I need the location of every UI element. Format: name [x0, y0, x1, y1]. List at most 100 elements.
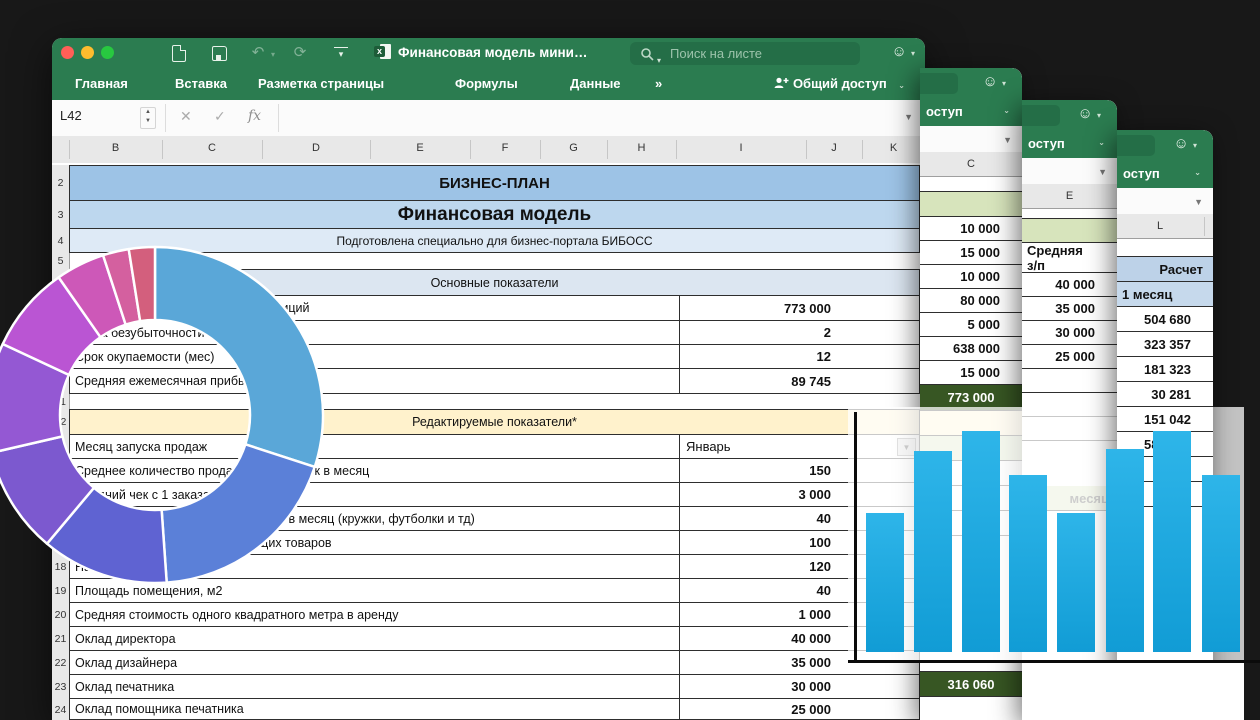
- row-number-21[interactable]: 21: [52, 627, 70, 652]
- cell[interactable]: 5 000: [920, 313, 1022, 337]
- feedback-smiley-icon[interactable]: ☺ ▾: [983, 73, 1007, 90]
- close-button[interactable]: [61, 46, 74, 59]
- row-number-20[interactable]: 20: [52, 603, 70, 628]
- toolbar-options-icon[interactable]: ▾: [334, 47, 348, 62]
- formula-bar-dropdown-icon[interactable]: ▼: [1003, 135, 1012, 145]
- search-input[interactable]: [920, 73, 958, 94]
- cell[interactable]: 30 281: [1117, 382, 1213, 407]
- cell[interactable]: 15 000: [920, 361, 1022, 385]
- cell[interactable]: 638 000: [920, 337, 1022, 361]
- title-bar[interactable]: ↶ ▾ ⟳ ▾ x Финансовая модель мини… ▾ Поис…: [52, 38, 925, 68]
- merged-cell[interactable]: БИЗНЕС-ПЛАН: [70, 166, 919, 200]
- column-header-E[interactable]: E: [1022, 184, 1117, 209]
- chevron-down-icon[interactable]: ⌄: [1003, 106, 1010, 115]
- row-label[interactable]: Оклад дизайнера: [70, 651, 684, 674]
- chevron-down-icon[interactable]: ⌄: [1194, 168, 1201, 177]
- confirm-entry-icon[interactable]: ✓: [214, 108, 226, 125]
- row-value[interactable]: 2: [679, 321, 919, 344]
- column-divider: [69, 140, 70, 159]
- row-number-2[interactable]: 2: [52, 165, 70, 202]
- search-input[interactable]: [1022, 105, 1060, 126]
- column-header-F[interactable]: F: [470, 142, 540, 154]
- new-document-icon[interactable]: [172, 45, 186, 62]
- column-header-B[interactable]: B: [69, 142, 162, 154]
- search-placeholder: Поиск на листе: [670, 42, 762, 65]
- column-header-J[interactable]: J: [806, 142, 862, 154]
- feedback-smiley-icon[interactable]: ☺ ▾: [1174, 135, 1198, 152]
- ribbon-tab-5[interactable]: Данные: [570, 76, 621, 91]
- ribbon-tab-1[interactable]: Главная: [75, 76, 128, 91]
- share-button[interactable]: Общий доступ ⌄: [774, 76, 905, 91]
- column-header-D[interactable]: D: [262, 142, 370, 154]
- feedback-smiley-icon[interactable]: ☺ ▾: [892, 43, 916, 60]
- column-header-I[interactable]: I: [676, 142, 806, 154]
- row-value[interactable]: 12: [679, 345, 919, 368]
- minimize-button[interactable]: [81, 46, 94, 59]
- formula-bar-dropdown-icon[interactable]: ▼: [1194, 197, 1203, 207]
- column-header-C[interactable]: C: [920, 152, 1022, 177]
- cell[interactable]: [1022, 369, 1117, 393]
- ribbon-tab-3[interactable]: Разметка страницы: [258, 76, 384, 91]
- cell[interactable]: 316 060: [920, 671, 1022, 697]
- undo-caret-icon[interactable]: ▾: [268, 42, 278, 64]
- redo-icon[interactable]: ⟳: [288, 42, 312, 64]
- cell[interactable]: 30 000: [1022, 321, 1117, 345]
- cell[interactable]: 323 357: [1117, 332, 1213, 357]
- title-bar[interactable]: ☺ ▾: [1117, 130, 1213, 160]
- cell[interactable]: 25 000: [1022, 345, 1117, 369]
- undo-icon[interactable]: ↶: [246, 42, 270, 64]
- row-value[interactable]: 89 745: [679, 369, 919, 393]
- column-header-C[interactable]: C: [162, 142, 262, 154]
- insert-function-icon[interactable]: fx: [248, 108, 261, 124]
- column-headers[interactable]: BCDEFGHIJK: [52, 136, 925, 164]
- formula-bar-dropdown-icon[interactable]: ▼: [1098, 167, 1107, 177]
- row-label[interactable]: Оклад помощника печатника: [70, 699, 684, 719]
- cell[interactable]: Средняя з/п: [1022, 243, 1117, 273]
- cell[interactable]: [920, 191, 1022, 217]
- cell[interactable]: 10 000: [920, 265, 1022, 289]
- column-header-E[interactable]: E: [370, 142, 470, 154]
- title-bar[interactable]: ☺ ▾: [920, 68, 1022, 98]
- column-header-L[interactable]: L: [1117, 214, 1213, 239]
- formula-bar-dropdown-icon[interactable]: ▼: [904, 112, 913, 122]
- cell[interactable]: 504 680: [1117, 307, 1213, 332]
- column-header-G[interactable]: G: [540, 142, 607, 154]
- row-label[interactable]: Оклад печатника: [70, 675, 684, 698]
- row-label[interactable]: Оклад директора: [70, 627, 684, 650]
- ribbon-overflow-chevron[interactable]: »: [655, 76, 662, 91]
- cell[interactable]: 15 000: [920, 241, 1022, 265]
- cell[interactable]: 35 000: [1022, 297, 1117, 321]
- save-icon[interactable]: [212, 46, 227, 61]
- name-box[interactable]: L42: [60, 108, 82, 123]
- row-number-3[interactable]: 3: [52, 201, 70, 230]
- row-value[interactable]: 30 000: [679, 675, 919, 698]
- cell[interactable]: 181 323: [1117, 357, 1213, 382]
- title-bar[interactable]: ☺ ▾: [1022, 100, 1117, 130]
- cell[interactable]: [920, 697, 1022, 720]
- ribbon-tab-2[interactable]: Вставка: [175, 76, 227, 91]
- row-label[interactable]: Средняя стоимость одного квадратного мет…: [70, 603, 684, 626]
- cell[interactable]: 10 000: [920, 217, 1022, 241]
- column-header-K[interactable]: K: [862, 142, 925, 154]
- cell[interactable]: 40 000: [1022, 273, 1117, 297]
- cell[interactable]: 80 000: [920, 289, 1022, 313]
- merged-cell[interactable]: Финансовая модель: [70, 201, 919, 228]
- ribbon-tab-4[interactable]: Формулы: [455, 76, 518, 91]
- cell[interactable]: 151 042: [1117, 407, 1213, 432]
- name-box-stepper[interactable]: ▲▼: [140, 107, 156, 129]
- feedback-smiley-icon[interactable]: ☺ ▾: [1078, 105, 1102, 122]
- cell[interactable]: 1 месяц: [1117, 282, 1213, 307]
- row-number-23[interactable]: 23: [52, 675, 70, 700]
- chevron-down-icon[interactable]: ⌄: [1098, 138, 1105, 147]
- row-number-22[interactable]: 22: [52, 651, 70, 676]
- search-input[interactable]: ▾ Поиск на листе: [630, 42, 860, 65]
- row-value[interactable]: 25 000: [679, 699, 919, 719]
- row-value[interactable]: 773 000: [679, 296, 919, 320]
- zoom-button[interactable]: [101, 46, 114, 59]
- cancel-entry-icon[interactable]: ✕: [180, 108, 192, 125]
- row-number-24[interactable]: 24: [52, 699, 70, 720]
- search-input[interactable]: [1117, 135, 1155, 156]
- column-header-H[interactable]: H: [607, 142, 676, 154]
- cell[interactable]: Расчет: [1117, 256, 1213, 282]
- cell[interactable]: [1022, 218, 1117, 243]
